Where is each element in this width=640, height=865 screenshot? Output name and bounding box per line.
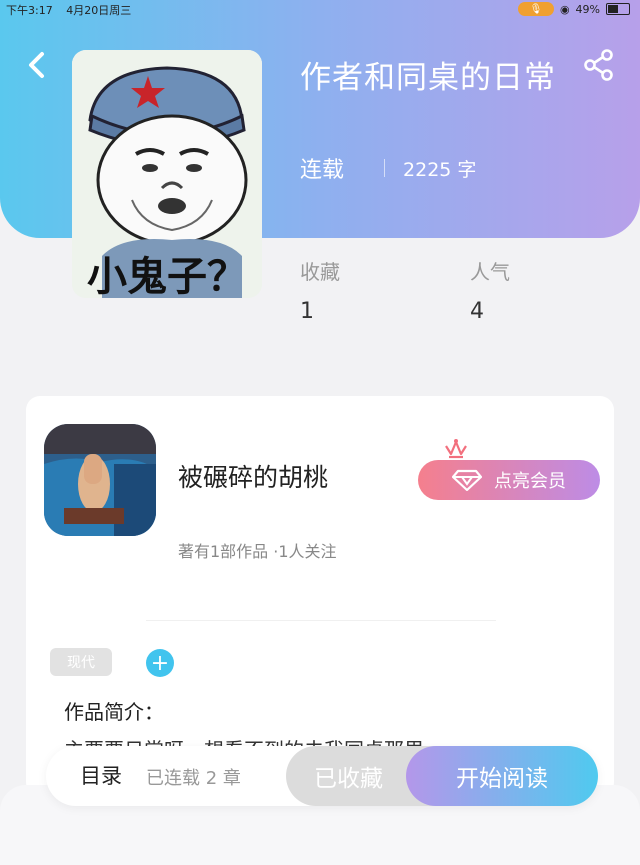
card-divider [146, 620, 496, 621]
battery-percent: 49% [575, 2, 600, 16]
toc-button[interactable]: 目录 [80, 760, 122, 790]
status-time: 下午3:17 [6, 4, 53, 17]
author-meta: 著有1部作品 ·1人关注 [178, 542, 337, 561]
stat-popularity-label: 人气 [470, 260, 510, 284]
book-cover[interactable]: 小鬼子？ [72, 50, 262, 298]
stat-popularity: 人气 4 [470, 256, 620, 324]
author-avatar[interactable] [44, 424, 156, 536]
stat-collect-value: 1 [300, 299, 314, 324]
serial-status: 连载 [300, 158, 345, 183]
wifi-icon: ◉ [559, 2, 570, 16]
word-count: 2225 字 [403, 158, 477, 181]
meta-divider [384, 159, 386, 177]
intro-label: 作品简介： [64, 700, 164, 724]
back-icon[interactable] [24, 50, 50, 80]
stat-collect: 收藏 1 [300, 256, 450, 324]
add-tag-button[interactable]: + [146, 649, 174, 677]
plus-icon: + [150, 650, 170, 676]
cover-caption: 小鬼子？ [87, 254, 247, 298]
bottom-toolbar: 目录 已连载 2 章 已收藏 开始阅读 [46, 746, 598, 806]
crown-icon [445, 439, 467, 459]
book-meta: 连载 2225 字 [300, 152, 476, 184]
status-right: 🎙 ◉ 49% [517, 2, 630, 16]
vip-button[interactable]: 点亮会员 [418, 460, 600, 500]
avatar-image [44, 424, 156, 536]
chapter-count: 已连载 2 章 [146, 768, 241, 789]
author-card: 被碾碎的胡桃 点亮会员 著有1部作品 ·1人关注 现代 + 作品简介： 主要要日… [26, 396, 614, 796]
vip-label: 点亮会员 [494, 471, 566, 492]
share-icon[interactable] [582, 48, 616, 82]
battery-icon [606, 3, 630, 15]
cover-illustration: 小鬼子？ [72, 50, 262, 298]
start-reading-button[interactable]: 开始阅读 [406, 746, 598, 806]
diamond-icon [452, 469, 482, 491]
status-time-date: 下午3:17 4月20日周三 [6, 2, 131, 18]
status-date: 4月20日周三 [66, 4, 132, 17]
book-title: 作者和同桌的日常 [300, 60, 556, 96]
tag-modern[interactable]: 现代 [50, 648, 112, 676]
stat-collect-label: 收藏 [300, 260, 340, 284]
microphone-icon: 🎙 [517, 2, 554, 16]
author-name[interactable]: 被碾碎的胡桃 [178, 458, 328, 494]
stat-popularity-value: 4 [470, 299, 484, 324]
status-bar: 下午3:17 4月20日周三 🎙 ◉ 49% [0, 0, 640, 18]
